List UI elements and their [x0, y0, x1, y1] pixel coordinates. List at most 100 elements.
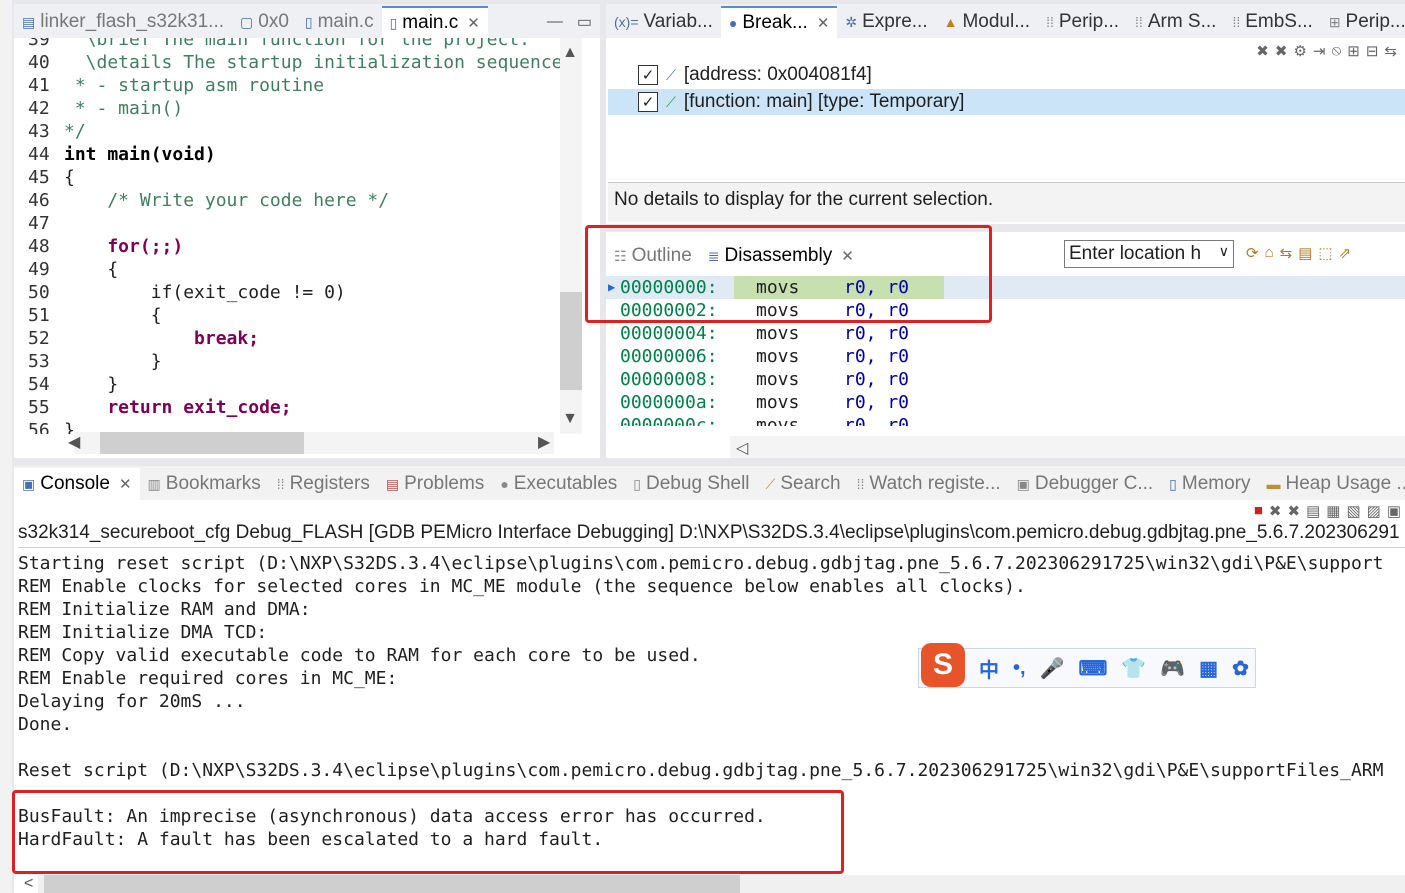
tab-watch-registers[interactable]: ⁞⁞ Watch registe...: [849, 468, 1009, 500]
keyboard-icon[interactable]: ⌨: [1078, 656, 1107, 681]
close-icon[interactable]: ✕: [817, 14, 830, 32]
go-to-file-icon[interactable]: ⇥: [1313, 42, 1326, 60]
close-icon[interactable]: ✕: [119, 475, 132, 493]
terminate-icon[interactable]: ■: [1254, 502, 1263, 520]
editor-tab-memory[interactable]: ▢ 0x0: [232, 6, 297, 38]
scroll-right-icon[interactable]: ▶: [538, 432, 550, 452]
remove-all-icon[interactable]: ✖: [1275, 42, 1288, 60]
breakpoint-checkbox[interactable]: ✓: [638, 65, 658, 85]
scroll-up-icon[interactable]: ▲: [562, 44, 578, 62]
tab-memory[interactable]: ▯ Memory: [1161, 468, 1258, 500]
function-breakpoint-icon: ⟋: [666, 93, 676, 110]
memory-icon: ▯: [1169, 475, 1177, 492]
tab-registers[interactable]: ⁞⁞ Registers: [269, 468, 378, 500]
editor-tab-linker[interactable]: ▤ linker_flash_s32k31...: [14, 6, 232, 38]
tab-search[interactable]: ⟋ Search: [758, 468, 849, 500]
clear-console-icon[interactable]: ▤: [1306, 502, 1320, 520]
tab-console[interactable]: ▣ Console ✕: [14, 468, 140, 500]
code-line: 49 {: [28, 259, 119, 280]
show-supported-icon[interactable]: ⚙: [1293, 42, 1306, 60]
tab-modules[interactable]: ▲ Modul...: [936, 6, 1038, 38]
scroll-left-icon[interactable]: ◀: [68, 432, 80, 452]
c-file-icon: ▯: [389, 14, 398, 31]
scroll-down-icon[interactable]: ▼: [562, 410, 578, 428]
remove-launch-icon[interactable]: ✖: [1269, 502, 1282, 520]
close-icon[interactable]: ✕: [467, 14, 480, 32]
location-input[interactable]: Enter location h ∨: [1064, 240, 1234, 268]
sogou-logo-icon[interactable]: S: [921, 643, 965, 687]
breakpoint-row[interactable]: ✓ ⟋ [function: main] [type: Temporary]: [608, 89, 1405, 115]
scroll-left-icon[interactable]: <: [24, 875, 33, 893]
game-icon[interactable]: 🎮: [1160, 656, 1185, 681]
console-line: Reset script (D:\NXP\S32DS.3.4\eclipse\p…: [18, 760, 1384, 781]
toolbox-icon[interactable]: ▦: [1199, 656, 1218, 681]
disassembly-row[interactable]: 00000006: movs r0, r0: [606, 345, 1405, 368]
tab-peripherals-2[interactable]: ⊞ Perip...: [1321, 6, 1405, 38]
console-horizontal-scroll-thumb[interactable]: [44, 875, 740, 893]
watch-registers-icon: ⁞⁞: [856, 476, 865, 492]
scroll-left-icon[interactable]: ◁: [736, 438, 748, 458]
code-line: 46 /* Write your code here */: [28, 190, 390, 211]
pin-console-icon[interactable]: ▨: [1367, 502, 1381, 520]
code-area[interactable]: 39 \brief The main function for the proj…: [14, 38, 560, 434]
editor-horizontal-scroll-thumb[interactable]: [100, 432, 304, 454]
editor-tab-main-c-2[interactable]: ▯ main.c ✕: [381, 6, 488, 38]
remove-all-launches-icon[interactable]: ✖: [1287, 502, 1300, 520]
chinese-mode-icon[interactable]: 中: [979, 654, 999, 683]
tab-arm-system[interactable]: ⁞⁞ Arm S...: [1127, 6, 1224, 38]
console-line: REM Enable clocks for selected cores in …: [18, 576, 1026, 597]
disassembly-row[interactable]: 0000000a: movs r0, r0: [606, 391, 1405, 414]
code-line: 53 }: [28, 351, 162, 372]
skip-all-icon[interactable]: ⦸: [1331, 42, 1341, 60]
skin-icon[interactable]: 👕: [1121, 656, 1146, 681]
breakpoints-icon: ●: [728, 15, 738, 31]
show-source-icon[interactable]: ▤: [1298, 244, 1312, 262]
maximize-icon[interactable]: ▭: [577, 12, 592, 32]
pin-icon[interactable]: ⇗: [1339, 244, 1352, 262]
home-icon[interactable]: ⌂: [1265, 244, 1274, 262]
microphone-icon[interactable]: 🎤: [1040, 656, 1065, 681]
punctuation-icon[interactable]: •,: [1013, 657, 1026, 680]
collapse-all-icon[interactable]: ⊟: [1366, 42, 1379, 60]
word-wrap-icon[interactable]: ▧: [1346, 502, 1360, 520]
tab-breakpoints[interactable]: ● Break... ✕: [720, 6, 838, 38]
editor-tab-main-c-1[interactable]: ▯ main.c: [297, 6, 382, 38]
disassembly-horizontal-scrollbar[interactable]: ◁: [730, 436, 1405, 458]
tab-expressions[interactable]: ✲ Expre...: [837, 6, 935, 38]
code-line: 39 \brief The main function for the proj…: [28, 38, 530, 50]
link-icon[interactable]: ⇆: [1384, 42, 1397, 60]
peripherals-icon: ⊞: [1328, 13, 1341, 30]
console-line: REM Initialize RAM and DMA:: [18, 599, 311, 620]
tab-heap-usage[interactable]: ▬ Heap Usage ...: [1259, 468, 1405, 500]
remove-icon[interactable]: ✖: [1256, 42, 1269, 60]
display-console-icon[interactable]: ▣: [1387, 502, 1401, 520]
console-line: REM Initialize DMA TCD:: [18, 622, 268, 643]
code-line: 43 */: [28, 121, 86, 142]
tab-bookmarks[interactable]: ▥ Bookmarks: [140, 468, 269, 500]
new-view-icon[interactable]: ⬚: [1318, 244, 1332, 262]
tab-debugger-console[interactable]: ▣ Debugger C...: [1009, 468, 1162, 500]
disassembly-row[interactable]: 0000000c: movs r0, r0: [606, 414, 1405, 426]
tab-variables[interactable]: (x)= Variab...: [606, 6, 721, 38]
console-launch-description: s32k314_secureboot_cfg Debug_FLASH [GDB …: [18, 522, 1405, 548]
refresh-icon[interactable]: ⟳: [1246, 244, 1259, 262]
tab-embsys[interactable]: ⁞⁞ EmbS...: [1224, 6, 1320, 38]
editor-vertical-scroll-thumb[interactable]: [560, 292, 582, 390]
tab-problems[interactable]: ▤ Problems: [378, 468, 492, 500]
debugger-console-icon: ▣: [1016, 475, 1030, 492]
chevron-down-icon[interactable]: ∨: [1219, 243, 1229, 260]
minimize-icon[interactable]: —: [547, 13, 563, 31]
scroll-lock-icon[interactable]: ▦: [1326, 502, 1340, 520]
breakpoint-row[interactable]: ✓ ⟋ [address: 0x004081f4]: [608, 62, 1405, 88]
debug-shell-icon: ▯: [633, 475, 642, 492]
tab-debug-shell[interactable]: ▯ Debug Shell: [625, 468, 757, 500]
expand-all-icon[interactable]: ⊞: [1347, 42, 1360, 60]
settings-icon[interactable]: ✿: [1232, 656, 1249, 681]
editor-pane: ▤ linker_flash_s32k31... ▢ 0x0 ▯ main.c ▯ ma…: [14, 4, 600, 458]
disassembly-row[interactable]: 00000004: movs r0, r0: [606, 322, 1405, 345]
link-with-editor-icon[interactable]: ⇆: [1280, 244, 1293, 262]
breakpoint-checkbox[interactable]: ✓: [638, 92, 658, 112]
disassembly-row[interactable]: 00000008: movs r0, r0: [606, 368, 1405, 391]
tab-executables[interactable]: ● Executables: [492, 468, 625, 500]
tab-peripherals[interactable]: ⁞⁞ Perip...: [1038, 6, 1127, 38]
